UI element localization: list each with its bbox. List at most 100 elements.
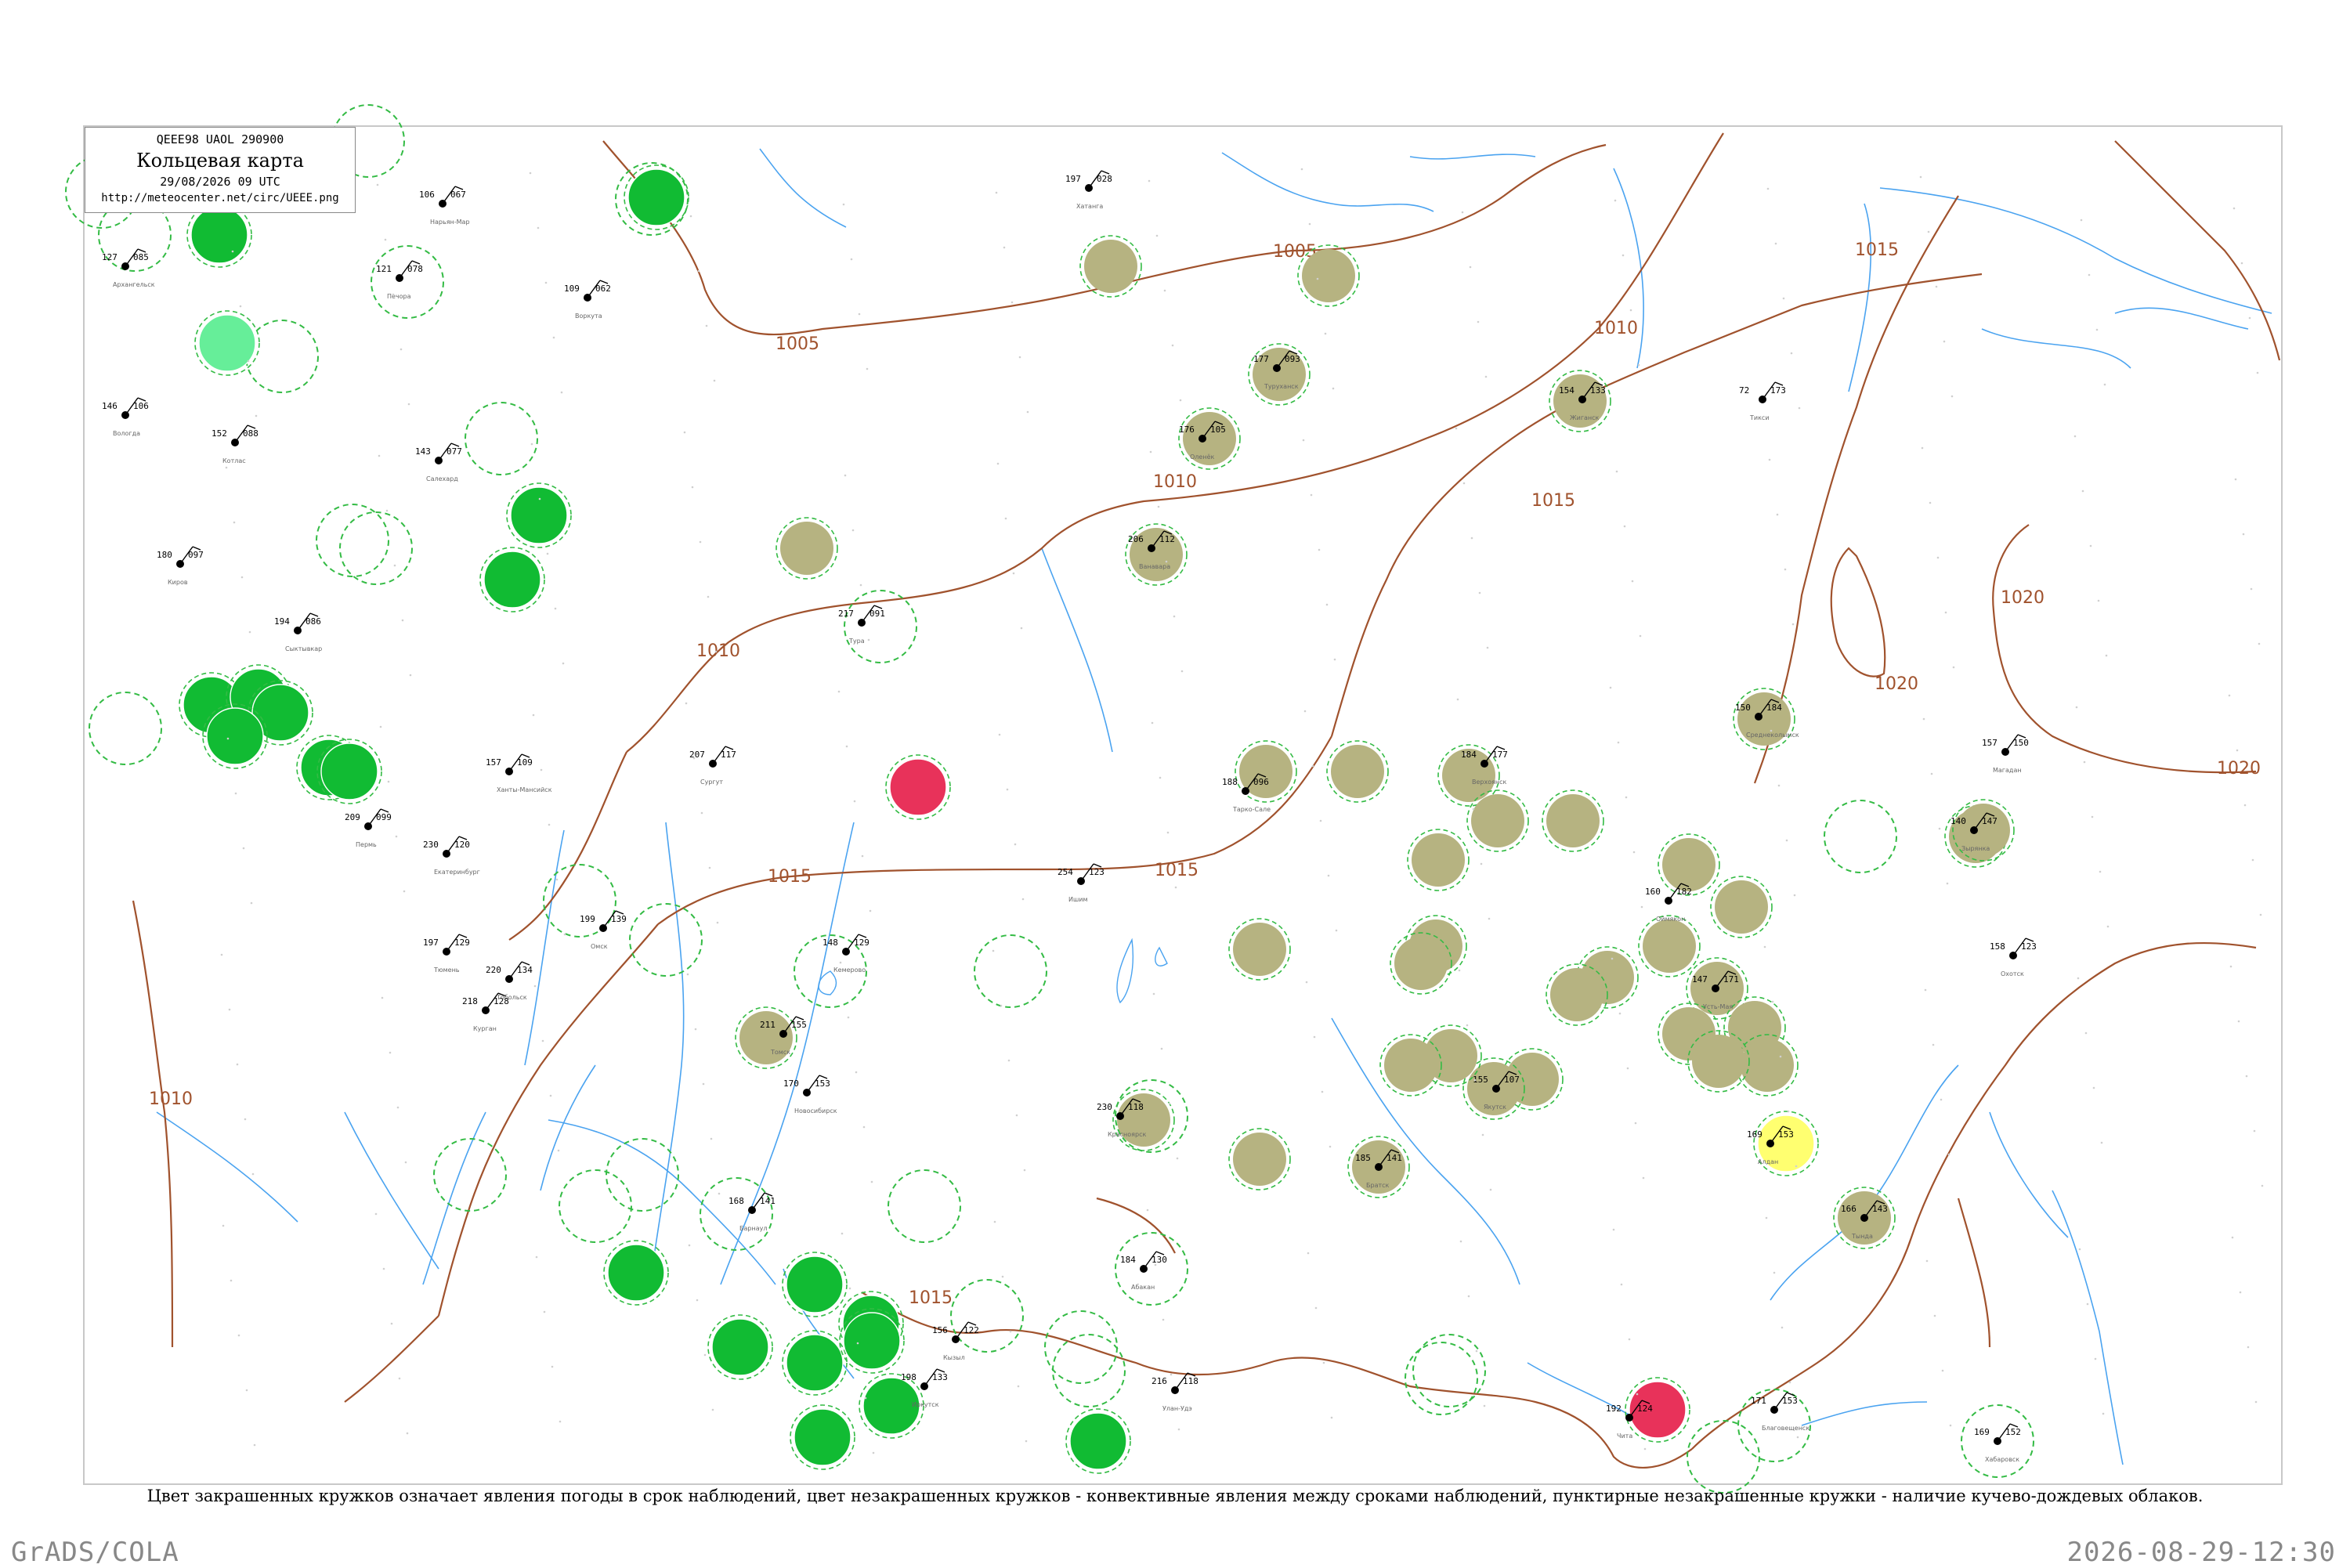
grid-dot [1322, 1361, 1325, 1364]
grid-dot [378, 454, 381, 457]
grid-dot [1788, 1381, 1791, 1384]
station-plot[interactable]: 230 120 Екатеринбург [423, 836, 480, 876]
station-temperature: 211 [760, 1020, 776, 1030]
station-name: Томск [770, 1049, 790, 1056]
grid-dot [847, 1016, 850, 1019]
grid-dot [1025, 1440, 1028, 1443]
station-temperature: 230 [423, 840, 439, 850]
grid-dot [1303, 710, 1307, 713]
station-temperature: 197 [423, 938, 439, 948]
grid-dot [1770, 729, 1773, 732]
station-plot[interactable]: 207 117 Сургут [689, 746, 736, 786]
grid-dot [841, 1232, 844, 1235]
station-pressure: 106 [133, 401, 149, 411]
station-plot[interactable]: 121 078 Печора [376, 260, 423, 300]
isobars [132, 132, 2281, 1469]
station-plot[interactable]: 197 129 Тюмень [423, 934, 470, 974]
station-pressure: 155 [791, 1020, 807, 1030]
station-plot[interactable]: 156 122 Кызыл [932, 1321, 979, 1361]
station-plot[interactable]: 146 106 Вологда [102, 397, 149, 437]
station-plot[interactable]: 216 118 Улан-Удэ [1152, 1372, 1198, 1412]
station-plot[interactable]: 106 067 Нарьян-Мар [419, 186, 470, 226]
grid-dot [228, 1008, 231, 1011]
station-plot[interactable]: 184 130 Абакан [1120, 1251, 1167, 1291]
station-pressure: 153 [1782, 1396, 1798, 1406]
grid-dot [870, 1180, 873, 1183]
station-pressure: 153 [1778, 1129, 1794, 1140]
weather-circle [607, 1244, 665, 1302]
weather-circles [65, 104, 2034, 1494]
station-plot[interactable]: 143 077 Салехард [415, 443, 462, 482]
grid-dot [1927, 230, 1930, 233]
station-pressure: 182 [1676, 887, 1692, 897]
grid-dot [1798, 406, 1801, 410]
station-plot[interactable]: 180 097 Киров [157, 546, 204, 586]
station-temperature: 171 [1751, 1396, 1766, 1406]
station-plot[interactable]: 169 152 Хабаровск [1974, 1423, 2021, 1463]
grid-dot [1300, 168, 1303, 171]
grid-dot [1327, 874, 1330, 877]
weather-circle [1546, 794, 1600, 847]
grid-dot [2245, 1075, 2248, 1078]
station-name: Хабаровск [1985, 1456, 2019, 1463]
station-temperature: 220 [486, 965, 501, 975]
station-temperature: 194 [274, 616, 290, 627]
station-temperature: 184 [1461, 750, 1477, 760]
grid-dot [2243, 804, 2247, 807]
station-temperature: 177 [1253, 354, 1269, 364]
station-plot[interactable]: 160 182 Оймякон [1645, 883, 1692, 923]
station-temperature: 109 [564, 284, 580, 294]
station-name: Иркутск [912, 1401, 939, 1408]
station-plot[interactable]: 199 139 Омск [580, 910, 627, 950]
station-name: Тобольск [496, 994, 527, 1001]
isobar-label: 1020 [1875, 674, 1918, 694]
station-plot[interactable]: 109 062 Воркута [564, 280, 611, 320]
station-name: Братск [1366, 1182, 1390, 1189]
weather-circle [1117, 1093, 1170, 1147]
grid-dot [237, 1334, 240, 1337]
grid-dot [2253, 1129, 2256, 1133]
station-temperature: 176 [1179, 425, 1195, 435]
station-name: Курган [473, 1025, 497, 1032]
station-plot[interactable]: 194 086 Сыктывкар [274, 612, 322, 652]
grid-dot [1941, 1369, 1944, 1372]
station-name: Воркута [575, 313, 602, 320]
weather-circle [1394, 937, 1448, 990]
grid-dot [2100, 1141, 2103, 1144]
grid-dot [705, 324, 708, 327]
station-plot[interactable]: 158 123 Охотск [1990, 938, 2037, 977]
grid-dot [839, 961, 842, 964]
isobar-label: 1015 [1855, 240, 1899, 260]
cb-cloud-circle [1052, 1334, 1126, 1407]
grid-dot [1166, 831, 1170, 834]
grid-dot [253, 1443, 256, 1447]
station-plot[interactable]: 220 134 Тобольск [486, 961, 533, 1001]
weather-circle [843, 1312, 901, 1370]
station-plot[interactable]: 197 028 Хатанга [1065, 170, 1112, 210]
grid-dot [1162, 1318, 1165, 1321]
grid-dot [2228, 694, 2231, 697]
isobar-label: 1010 [149, 1089, 193, 1109]
station-plot[interactable]: 72 173 Тикси [1739, 381, 1786, 421]
grid-dot [2099, 870, 2102, 873]
station-plot[interactable]: 152 088 Котлас [212, 425, 258, 464]
station-plot[interactable]: 157 109 Ханты-Мансийск [486, 753, 552, 793]
station-name: Вологда [113, 430, 140, 437]
grid-dot [1330, 1416, 1333, 1419]
map-url[interactable]: http://meteocenter.net/circ/UEEE.png [85, 192, 355, 204]
station-plot[interactable]: 209 099 Пермь [345, 808, 392, 848]
grid-dot [1785, 839, 1788, 842]
station-plot[interactable]: 127 085 Архангельск [102, 248, 155, 288]
station-temperature: 170 [783, 1078, 799, 1089]
grid-dot [220, 953, 223, 956]
grid-dot [1318, 548, 1321, 551]
grid-dot [858, 313, 861, 316]
grid-dot [1938, 827, 1941, 830]
cb-cloud-circle [316, 504, 389, 577]
station-plot[interactable]: 157 150 Магадан [1982, 734, 2029, 774]
station-plot[interactable]: 171 153 Благовещенск [1751, 1392, 1810, 1432]
station-pressure: 093 [1285, 354, 1300, 364]
grid-dot [230, 1279, 233, 1282]
grid-dot [563, 933, 566, 936]
station-plot[interactable]: 168 141 Барнаул [728, 1192, 776, 1232]
